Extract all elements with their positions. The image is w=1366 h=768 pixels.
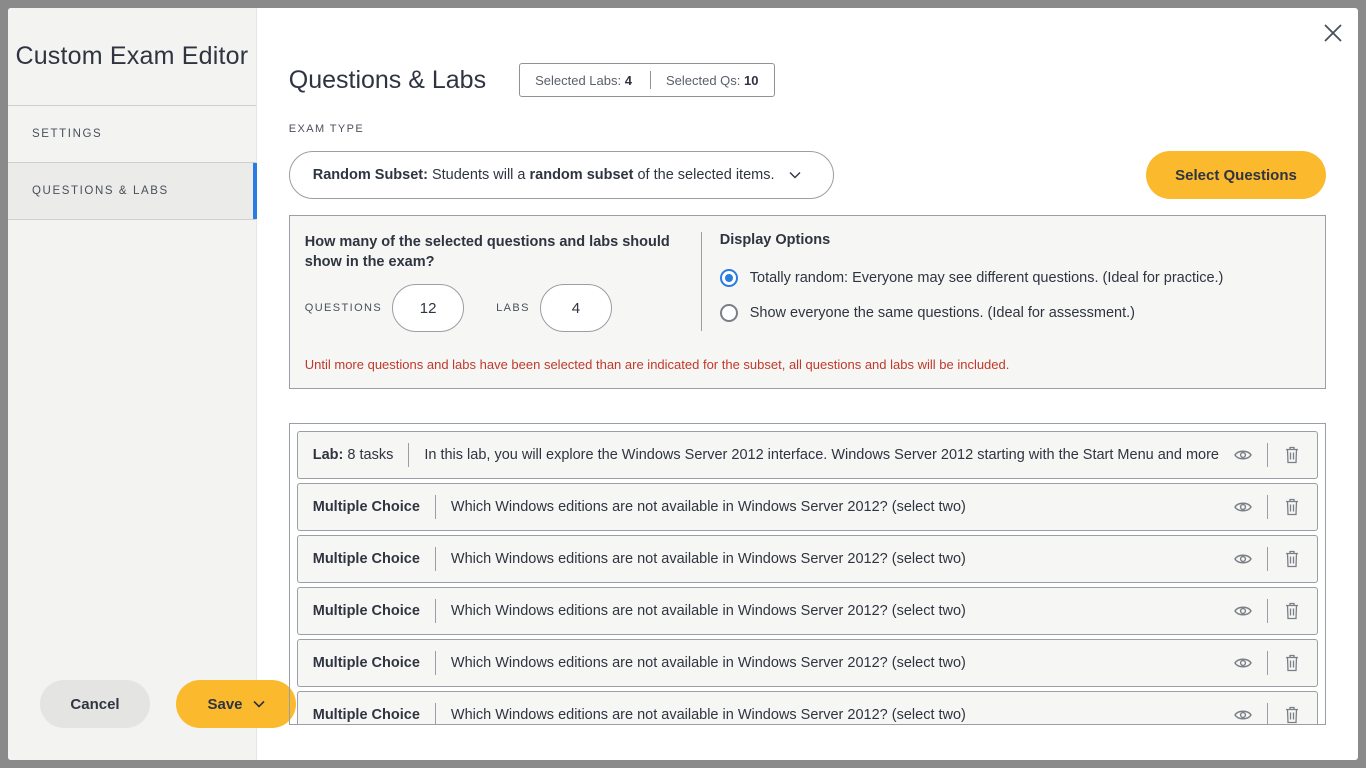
divider: [408, 443, 410, 467]
list-item[interactable]: Lab: 8 tasks In this lab, you will explo…: [296, 431, 1318, 479]
selected-labs-count: 4: [624, 72, 632, 88]
list-item[interactable]: Multiple Choice Which Windows editions a…: [296, 691, 1318, 724]
sidebar-title: Custom Exam Editor: [8, 8, 256, 106]
item-type-label: Lab:: [312, 447, 344, 463]
option-same-questions-label: Show everyone the same questions. (Ideal…: [749, 304, 1135, 321]
radio-button-checked[interactable]: [719, 268, 738, 287]
item-type: Multiple Choice: [298, 551, 420, 567]
divider: [434, 495, 436, 519]
item-type: Multiple Choice: [298, 655, 420, 671]
radio-button[interactable]: [719, 303, 738, 322]
close-icon[interactable]: [1322, 22, 1344, 44]
item-text: Which Windows editions are not available…: [450, 707, 966, 723]
chevron-down-icon: [789, 172, 800, 179]
list-item[interactable]: Multiple Choice Which Windows editions a…: [296, 587, 1318, 635]
divider: [434, 599, 436, 623]
item-actions: [1219, 651, 1317, 675]
item-type-label: Multiple Choice: [312, 551, 420, 567]
subset-counters: QUESTIONS LABS: [305, 284, 612, 332]
exam-type-desc-2: of the selected items.: [633, 167, 775, 183]
eye-icon[interactable]: [1233, 653, 1253, 673]
cancel-button[interactable]: Cancel: [40, 680, 150, 728]
item-actions: [1219, 547, 1317, 571]
select-questions-button[interactable]: Select Questions: [1146, 151, 1326, 199]
option-totally-random-label: Totally random: Everyone may see differe…: [749, 269, 1224, 286]
subset-warning: Until more questions and labs have been …: [304, 357, 1010, 372]
eye-icon[interactable]: [1233, 497, 1253, 517]
page-title: Questions & Labs: [288, 65, 487, 94]
questions-count-input[interactable]: [392, 284, 465, 332]
divider: [1267, 703, 1268, 724]
divider: [1267, 547, 1268, 571]
subset-question: How many of the selected questions and l…: [304, 234, 670, 270]
exam-type-desc-1: Students will a: [427, 167, 530, 183]
trash-icon[interactable]: [1282, 705, 1302, 724]
trash-icon[interactable]: [1282, 445, 1302, 465]
divider: [1267, 495, 1268, 519]
item-type-label: Multiple Choice: [312, 707, 420, 723]
trash-icon[interactable]: [1282, 653, 1302, 673]
divider: [434, 547, 436, 571]
item-actions: [1219, 495, 1317, 519]
item-type-label: Multiple Choice: [312, 655, 420, 671]
divider: [1267, 651, 1268, 675]
list-item[interactable]: Multiple Choice Which Windows editions a…: [296, 639, 1318, 687]
divider: [1267, 599, 1268, 623]
item-text: Which Windows editions are not available…: [450, 499, 966, 515]
eye-icon[interactable]: [1233, 705, 1253, 724]
list-item[interactable]: Multiple Choice Which Windows editions a…: [296, 483, 1318, 531]
item-type-label: Multiple Choice: [312, 499, 420, 515]
subset-settings-panel: How many of the selected questions and l…: [288, 215, 1326, 389]
exam-editor-modal: Custom Exam Editor SETTINGS QUESTIONS & …: [8, 8, 1358, 760]
exam-type-selected-name: Random Subset:: [312, 167, 428, 183]
item-actions: [1219, 703, 1317, 724]
item-actions: [1219, 443, 1317, 467]
save-button-label: Save: [207, 695, 243, 713]
selected-qs-count: 10: [744, 72, 759, 88]
divider: [700, 232, 702, 331]
item-text: Which Windows editions are not available…: [450, 655, 966, 671]
trash-icon[interactable]: [1282, 497, 1302, 517]
sidebar-item-questions-labs[interactable]: QUESTIONS & LABS: [8, 163, 257, 220]
item-type: Lab: 8 tasks: [298, 447, 394, 463]
labs-count-label: LABS: [496, 302, 530, 314]
divider: [1267, 443, 1268, 467]
eye-icon[interactable]: [1233, 601, 1253, 621]
option-same-questions[interactable]: Show everyone the same questions. (Ideal…: [719, 295, 1224, 330]
item-actions: [1219, 599, 1317, 623]
labs-count-input[interactable]: [539, 284, 612, 332]
main-panel: Questions & Labs Selected Labs: 4 Select…: [257, 8, 1358, 760]
divider: [434, 651, 436, 675]
item-text: Which Windows editions are not available…: [450, 551, 966, 567]
selected-qs-label: Selected Qs:: [665, 72, 741, 88]
item-type-label: Multiple Choice: [312, 603, 420, 619]
exam-type-row: Random Subset: Students will a random su…: [288, 151, 1326, 199]
exam-type-dropdown[interactable]: Random Subset: Students will a random su…: [288, 151, 834, 199]
item-task-count: 8 tasks: [343, 447, 394, 463]
option-totally-random[interactable]: Totally random: Everyone may see differe…: [719, 260, 1224, 295]
eye-icon[interactable]: [1233, 549, 1253, 569]
trash-icon[interactable]: [1282, 601, 1302, 621]
list-item[interactable]: Multiple Choice Which Windows editions a…: [296, 535, 1318, 583]
item-type: Multiple Choice: [298, 499, 420, 515]
item-type: Multiple Choice: [298, 603, 420, 619]
item-text: In this lab, you will explore the Window…: [424, 447, 1219, 463]
sidebar: Custom Exam Editor SETTINGS QUESTIONS & …: [8, 8, 296, 760]
trash-icon[interactable]: [1282, 549, 1302, 569]
selected-labs-label: Selected Labs:: [535, 72, 622, 88]
display-options-title: Display Options: [719, 232, 831, 248]
sidebar-item-settings[interactable]: SETTINGS: [8, 106, 256, 163]
item-text: Which Windows editions are not available…: [450, 603, 966, 619]
questions-count-label: QUESTIONS: [304, 302, 383, 314]
selected-items-list: Lab: 8 tasks In this lab, you will explo…: [288, 423, 1326, 725]
selection-counts: Selected Labs: 4 Selected Qs: 10: [519, 63, 775, 97]
exam-type-desc-emph: random subset: [529, 167, 634, 183]
header: Questions & Labs Selected Labs: 4 Select…: [289, 63, 1326, 97]
item-type: Multiple Choice: [298, 707, 420, 723]
exam-type-label: EXAM TYPE: [288, 123, 365, 135]
divider: [649, 71, 651, 89]
eye-icon[interactable]: [1233, 445, 1253, 465]
display-options: Display Options Totally random: Everyone…: [719, 232, 1224, 330]
divider: [434, 703, 436, 724]
